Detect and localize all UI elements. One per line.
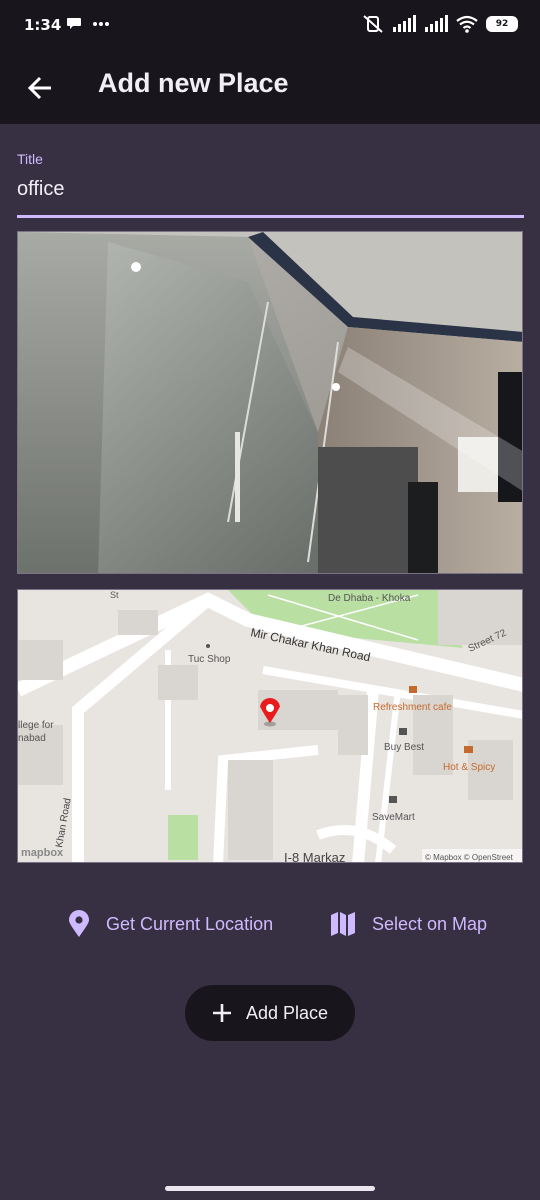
map-label: Hot & Spicy bbox=[443, 762, 495, 773]
chat-bubble-icon bbox=[67, 18, 81, 29]
title-field[interactable]: Title office bbox=[17, 144, 524, 218]
get-current-location-label: Get Current Location bbox=[106, 913, 274, 934]
map-icon bbox=[331, 912, 355, 936]
gesture-nav-handle[interactable] bbox=[165, 1186, 375, 1191]
location-pin-icon bbox=[69, 910, 89, 937]
photo-preview bbox=[18, 232, 522, 573]
map-label: St bbox=[110, 590, 119, 600]
map-label: SaveMart bbox=[372, 812, 415, 823]
signal-icon bbox=[425, 15, 448, 32]
map-label: De Dhaba - Khoka bbox=[328, 593, 411, 604]
map-attribution: © Mapbox © OpenStreet bbox=[425, 853, 514, 862]
map-label: Buy Best bbox=[384, 742, 424, 753]
mapbox-logo: mapbox bbox=[21, 847, 64, 859]
signal-icon bbox=[393, 15, 416, 32]
title-field-label: Title bbox=[17, 151, 43, 167]
map-label: Tuc Shop bbox=[188, 654, 231, 665]
map-label: I-8 Markaz bbox=[284, 850, 345, 863]
page-title: Add new Place bbox=[98, 68, 289, 98]
status-right-icons: 92 bbox=[362, 14, 518, 34]
status-bar: 1:34 92 bbox=[0, 0, 540, 52]
status-left-icons bbox=[66, 15, 110, 31]
arrow-back-icon bbox=[27, 76, 51, 100]
get-current-location-button[interactable]: Get Current Location bbox=[68, 900, 273, 948]
place-photo[interactable] bbox=[17, 231, 523, 574]
add-place-button[interactable]: Add Place bbox=[185, 985, 355, 1041]
app-bar: Add new Place bbox=[0, 52, 540, 124]
location-map[interactable]: De Dhaba - Khoka Mir Chakar Khan Road Tu… bbox=[17, 589, 523, 863]
map-preview: De Dhaba - Khoka Mir Chakar Khan Road Tu… bbox=[18, 590, 522, 863]
plus-icon bbox=[212, 1004, 231, 1022]
location-actions: Get Current Location Select on Map bbox=[0, 900, 540, 950]
more-dots-icon bbox=[93, 22, 109, 26]
title-field-value[interactable]: office bbox=[17, 178, 64, 201]
back-button[interactable] bbox=[20, 68, 60, 108]
mute-vibrate-icon bbox=[363, 15, 383, 33]
map-label: llege for bbox=[18, 720, 54, 731]
select-on-map-button[interactable]: Select on Map bbox=[330, 900, 487, 948]
map-label: nabad bbox=[18, 733, 46, 744]
status-time: 1:34 bbox=[24, 16, 62, 34]
map-label: Refreshment cafe bbox=[373, 702, 452, 713]
wifi-icon bbox=[456, 15, 478, 33]
select-on-map-label: Select on Map bbox=[372, 913, 488, 934]
add-place-label: Add Place bbox=[245, 1002, 329, 1023]
battery-icon: 92 bbox=[486, 16, 518, 32]
